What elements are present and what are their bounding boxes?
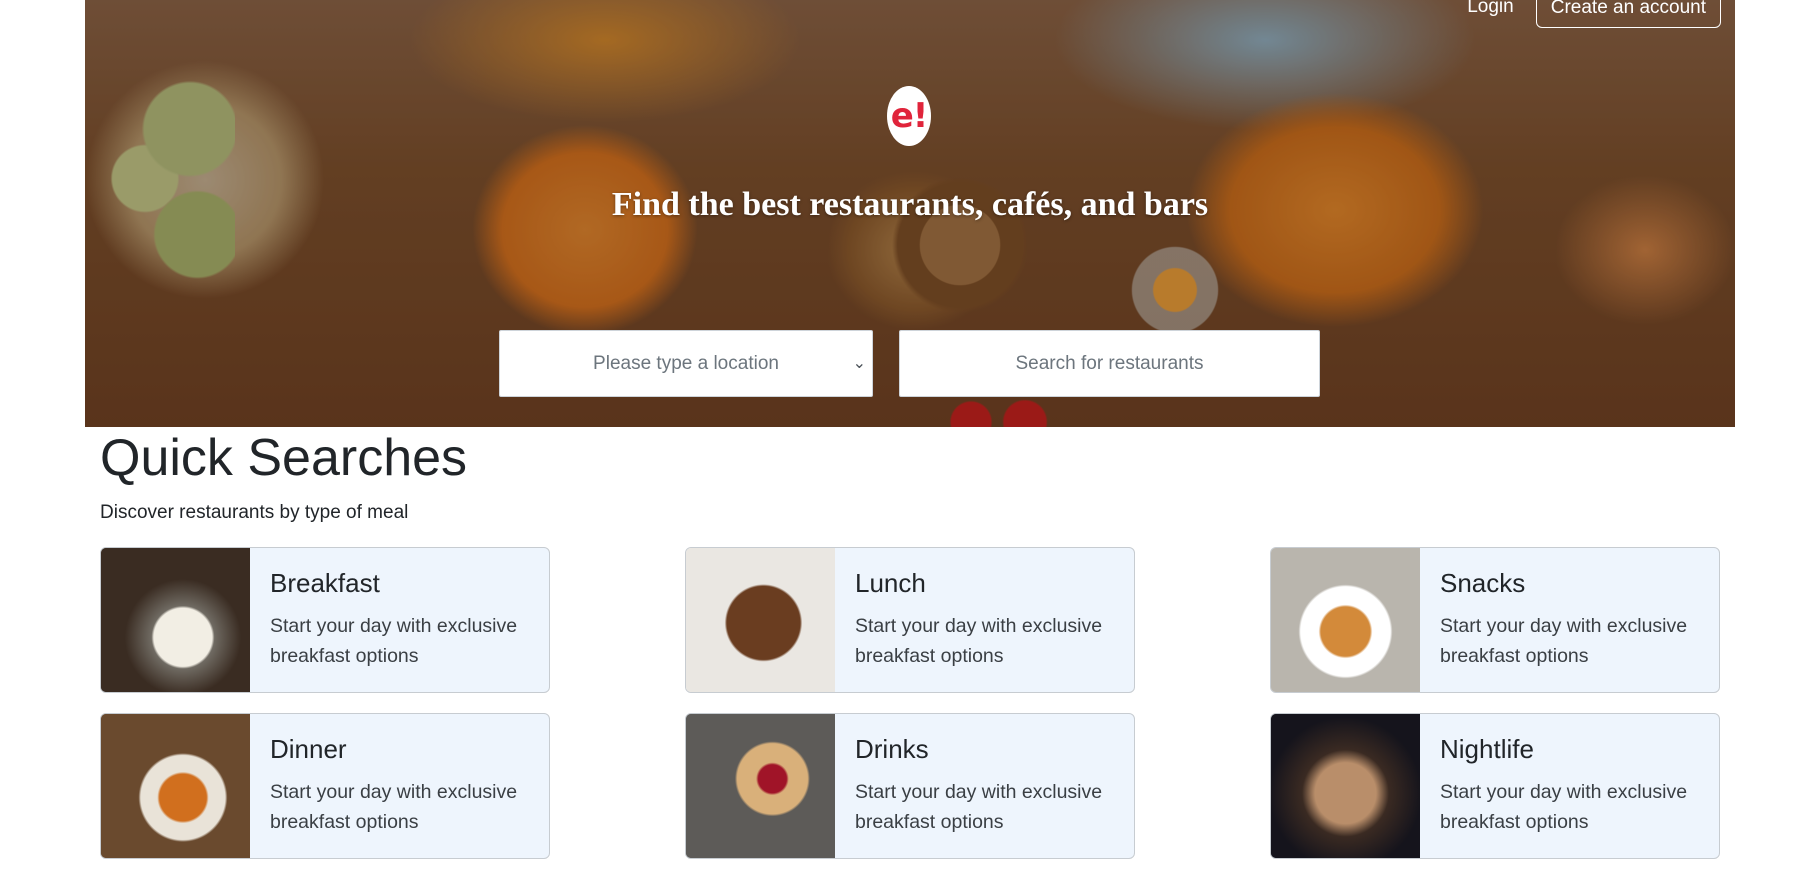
quick-search-card-breakfast[interactable]: Breakfast Start your day with exclusive … [100, 547, 550, 693]
location-select[interactable]: Please type a location ⌄ [499, 330, 873, 397]
card-title: Drinks [855, 734, 929, 764]
quick-search-card-drinks[interactable]: Drinks Start your day with exclusive bre… [685, 713, 1135, 859]
quick-searches-subtitle: Discover restaurants by type of meal [100, 502, 409, 523]
card-description: Start your day with exclusive breakfast … [855, 781, 1103, 833]
card-description: Start your day with exclusive breakfast … [855, 615, 1103, 667]
quick-search-card-nightlife[interactable]: Nightlife Start your day with exclusive … [1270, 713, 1720, 859]
nightlife-image [1271, 714, 1420, 858]
card-description: Start your day with exclusive breakfast … [1440, 781, 1688, 833]
card-title: Dinner [270, 734, 347, 764]
card-description: Start your day with exclusive breakfast … [1440, 615, 1688, 667]
snacks-image [1271, 548, 1420, 692]
chevron-down-icon: ⌄ [852, 355, 866, 372]
card-title: Nightlife [1440, 734, 1534, 764]
auth-links: Login Create an account [1467, 0, 1721, 28]
card-title: Breakfast [270, 568, 380, 598]
lunch-image [686, 548, 835, 692]
dinner-image [101, 714, 250, 858]
tomatoes-decoration [935, 392, 1055, 427]
restaurant-search-placeholder: Search for restaurants [1015, 352, 1204, 374]
logo[interactable]: e! [887, 86, 931, 146]
breakfast-image [101, 548, 250, 692]
location-select-placeholder: Please type a location [593, 352, 779, 374]
quick-searches-title: Quick Searches [100, 429, 468, 487]
card-title: Lunch [855, 568, 926, 598]
quick-search-card-lunch[interactable]: Lunch Start your day with exclusive brea… [685, 547, 1135, 693]
card-description: Start your day with exclusive breakfast … [270, 781, 518, 833]
quick-search-card-snacks[interactable]: Snacks Start your day with exclusive bre… [1270, 547, 1720, 693]
glass-decoration [1125, 240, 1225, 340]
restaurant-search-input[interactable]: Search for restaurants [899, 330, 1320, 397]
create-account-button[interactable]: Create an account [1535, 0, 1721, 28]
hero-banner: Login Create an account e! Find the best… [85, 0, 1735, 427]
card-description: Start your day with exclusive breakfast … [270, 615, 518, 667]
login-link[interactable]: Login [1467, 0, 1514, 18]
hero-title: Find the best restaurants, cafés, and ba… [611, 186, 1209, 223]
quick-search-card-dinner[interactable]: Dinner Start your day with exclusive bre… [100, 713, 550, 859]
drinks-image [686, 714, 835, 858]
card-title: Snacks [1440, 568, 1526, 598]
